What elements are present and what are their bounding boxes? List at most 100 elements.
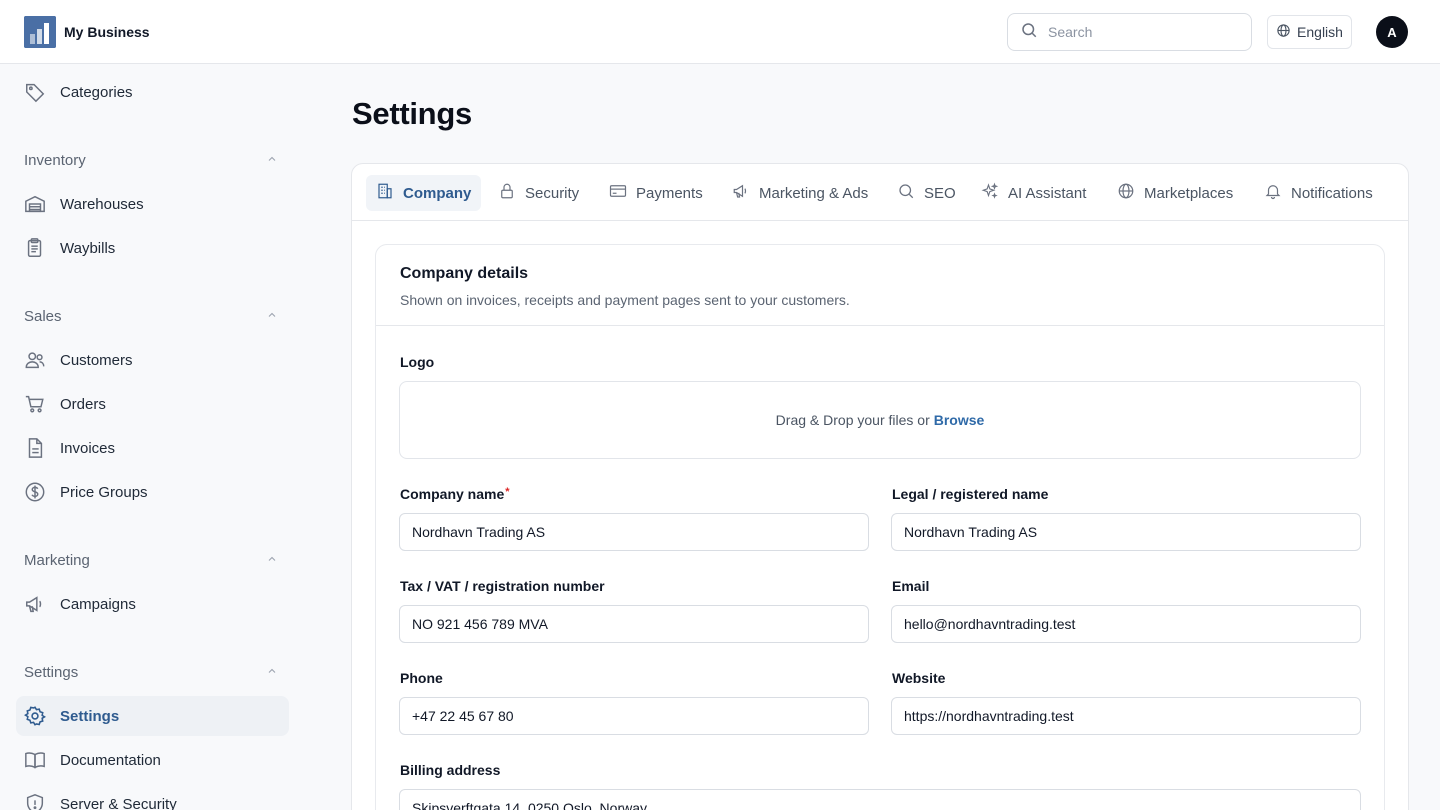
section-sales[interactable]: Sales	[24, 304, 278, 328]
section-title: Settings	[24, 663, 79, 681]
sidebar-item-price-groups[interactable]: Price Groups	[16, 472, 289, 512]
sidebar-item-label: Settings	[60, 707, 120, 725]
tab-security[interactable]: Security	[488, 175, 589, 211]
tab-marketplaces[interactable]: Marketplaces	[1107, 175, 1243, 211]
sidebar-item-waybills[interactable]: Waybills	[16, 228, 289, 268]
email-label: Email	[892, 578, 930, 594]
shield-icon	[24, 793, 46, 810]
search-input[interactable]	[1048, 24, 1228, 40]
legal-name-field[interactable]: Nordhavn Trading AS	[891, 513, 1361, 551]
lock-icon	[498, 182, 516, 204]
sidebar-item-label: Warehouses	[60, 195, 144, 213]
sidebar-item-label: Price Groups	[60, 483, 148, 501]
card-title: Company details	[400, 265, 529, 282]
logo-label: Logo	[400, 354, 435, 370]
sidebar-item-categories[interactable]: Categories	[16, 72, 289, 112]
tab-notifications[interactable]: Notifications	[1254, 175, 1383, 211]
globe-icon	[1276, 23, 1291, 41]
dropzone-text: Drag & Drop your files or	[775, 412, 930, 428]
sidebar-item-label: Campaigns	[60, 595, 136, 613]
tab-label: Marketplaces	[1144, 184, 1234, 202]
tax-id-field[interactable]: NO 921 456 789 MVA	[399, 605, 869, 643]
sidebar-item-label: Categories	[60, 83, 133, 101]
chevron-up-icon	[266, 552, 278, 569]
tab-label: Payments	[636, 184, 703, 202]
phone-field[interactable]: +47 22 45 67 80	[399, 697, 869, 735]
users-icon	[24, 349, 46, 371]
company-details-card: Company details Shown on invoices, recei…	[375, 244, 1385, 810]
billing-address-field[interactable]: Skipsverftgata 14, 0250 Oslo, Norway	[399, 789, 1361, 810]
tab-marketing-ads[interactable]: Marketing & Ads	[722, 175, 878, 211]
billing-address-label: Billing address	[400, 762, 501, 778]
tab-company[interactable]: Company	[366, 175, 482, 211]
book-icon	[24, 749, 46, 771]
tab-label: Notifications	[1291, 184, 1373, 202]
tab-label: Company	[403, 184, 472, 202]
sparkles-icon	[981, 182, 999, 204]
tab-ai-assistant[interactable]: AI Assistant	[971, 175, 1096, 211]
search-box[interactable]	[1007, 13, 1252, 51]
sidebar-item-campaigns[interactable]: Campaigns	[16, 584, 289, 624]
website-field[interactable]: https://nordhavntrading.test	[891, 697, 1361, 735]
browse-link[interactable]: Browse	[934, 412, 985, 428]
field-label-text: Company name	[400, 486, 505, 502]
brand[interactable]: My Business	[24, 16, 150, 48]
tax-id-label: Tax / VAT / registration number	[400, 578, 605, 594]
required-mark: *	[505, 486, 510, 498]
credit-card-icon	[609, 182, 627, 204]
warehouse-icon	[24, 193, 46, 215]
search-icon	[897, 182, 915, 204]
chevron-up-icon	[266, 152, 278, 169]
sidebar-item-warehouses[interactable]: Warehouses	[16, 184, 289, 224]
logo-dropzone[interactable]: Drag & Drop your files or Browse	[399, 381, 1361, 459]
tab-label: Security	[525, 184, 580, 202]
top-bar: My Business English A	[0, 0, 1440, 64]
tab-seo[interactable]: SEO	[887, 175, 966, 211]
company-name-label: Company name*	[400, 486, 510, 502]
card-header: Company details Shown on invoices, recei…	[376, 245, 1384, 326]
tab-payments[interactable]: Payments	[599, 175, 713, 211]
section-title: Marketing	[24, 551, 90, 569]
email-field[interactable]: hello@nordhavntrading.test	[891, 605, 1361, 643]
sidebar-item-server-security[interactable]: Server & Security	[16, 784, 289, 810]
sidebar-item-customers[interactable]: Customers	[16, 340, 289, 380]
bell-icon	[1264, 182, 1282, 204]
megaphone-icon	[24, 593, 46, 615]
section-title: Inventory	[24, 151, 86, 169]
tab-label: AI Assistant	[1008, 184, 1087, 202]
sidebar-item-documentation[interactable]: Documentation	[16, 740, 289, 780]
website-label: Website	[892, 670, 946, 686]
building-icon	[376, 182, 394, 204]
tag-icon	[24, 81, 46, 103]
section-inventory[interactable]: Inventory	[24, 148, 278, 172]
company-name-field[interactable]: Nordhavn Trading AS	[399, 513, 869, 551]
sidebar-item-settings[interactable]: Settings	[16, 696, 289, 736]
chevron-up-icon	[266, 664, 278, 681]
section-settings[interactable]: Settings	[24, 660, 278, 684]
tab-label: Marketing & Ads	[759, 184, 869, 202]
language-label: English	[1297, 24, 1343, 40]
sidebar-item-label: Invoices	[60, 439, 116, 457]
sidebar-item-invoices[interactable]: Invoices	[16, 428, 289, 468]
phone-label: Phone	[400, 670, 443, 686]
chevron-up-icon	[266, 308, 278, 325]
section-title: Sales	[24, 307, 62, 325]
section-marketing[interactable]: Marketing	[24, 548, 278, 572]
tab-label: SEO	[924, 184, 956, 202]
legal-name-label: Legal / registered name	[892, 486, 1049, 502]
brand-logo-icon	[24, 16, 56, 48]
file-icon	[24, 437, 46, 459]
card-subtitle: Shown on invoices, receipts and payment …	[400, 292, 850, 308]
dollar-circle-icon	[24, 481, 46, 503]
avatar[interactable]: A	[1376, 16, 1408, 48]
settings-panel: Company Security Payments Marketing & Ad…	[351, 163, 1409, 810]
sidebar: Categories Inventory Warehouses Waybills…	[0, 65, 310, 810]
megaphone-icon	[732, 182, 750, 204]
sidebar-item-label: Waybills	[60, 239, 116, 257]
language-selector[interactable]: English	[1267, 15, 1352, 49]
sidebar-item-label: Orders	[60, 395, 106, 413]
sidebar-item-label: Documentation	[60, 751, 161, 769]
cart-icon	[24, 393, 46, 415]
brand-name: My Business	[64, 24, 150, 40]
sidebar-item-orders[interactable]: Orders	[16, 384, 289, 424]
